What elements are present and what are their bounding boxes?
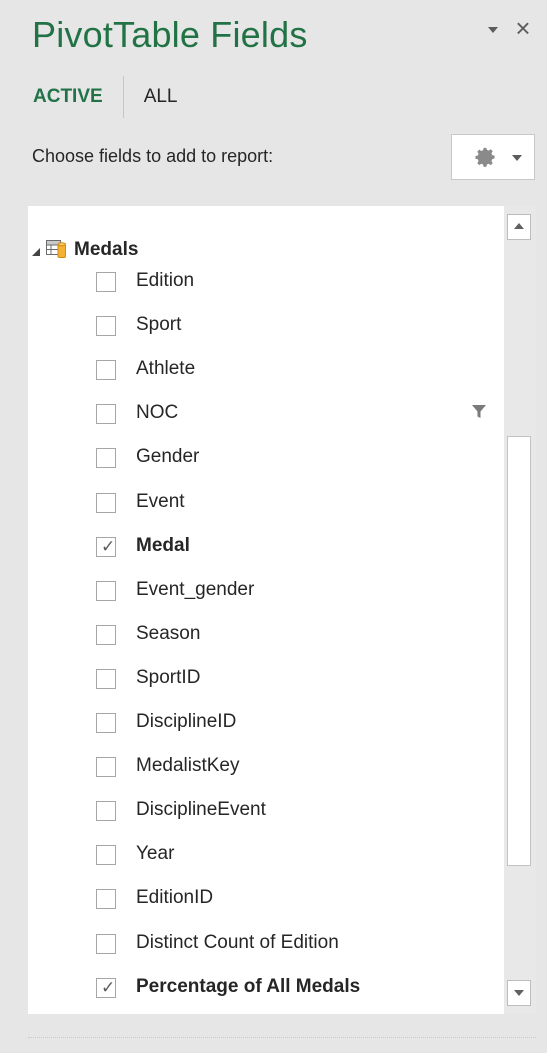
chevron-down-icon xyxy=(512,155,522,161)
field-label: NOC xyxy=(136,402,179,424)
filter-icon[interactable] xyxy=(472,405,486,419)
field-item[interactable]: ✓ Medal xyxy=(96,534,496,564)
field-checkbox[interactable] xyxy=(96,801,116,822)
pane-title: PivotTable Fields xyxy=(32,14,308,55)
field-item[interactable]: Event_gender xyxy=(96,578,496,608)
field-label: Year xyxy=(136,843,175,865)
field-label: SportID xyxy=(136,666,201,688)
field-label: Edition xyxy=(136,270,195,291)
field-label: Event xyxy=(136,490,185,512)
field-item[interactable]: DisciplineID xyxy=(96,710,496,740)
field-tabs: ACTIVE ALL xyxy=(33,76,178,118)
pane-options-dropdown-icon[interactable] xyxy=(486,22,502,38)
field-label: Athlete xyxy=(136,358,196,380)
pane-divider xyxy=(28,1037,536,1038)
field-item[interactable]: DisciplineEvent xyxy=(96,798,496,828)
tab-divider xyxy=(122,76,124,118)
scroll-down-button[interactable] xyxy=(507,980,531,1006)
tab-active[interactable]: ACTIVE xyxy=(33,86,103,108)
field-checkbox[interactable] xyxy=(96,757,116,778)
field-label: MedalistKey xyxy=(136,755,240,777)
field-label: Sport xyxy=(136,314,182,336)
field-checkbox[interactable] xyxy=(96,845,116,866)
field-label: Gender xyxy=(136,446,200,468)
field-list: Medals Edition Sport Athlete NOC Gender Event… xyxy=(28,206,536,1014)
field-checkbox[interactable] xyxy=(96,624,116,645)
vertical-scrollbar[interactable] xyxy=(504,206,536,1014)
field-label: EditionID xyxy=(136,887,214,909)
field-checkbox[interactable] xyxy=(96,668,116,689)
field-label: Distinct Count of Edition xyxy=(136,931,339,953)
field-label: Season xyxy=(136,622,201,644)
field-checkbox[interactable]: ✓ xyxy=(96,536,116,557)
checkmark-icon: ✓ xyxy=(101,977,116,997)
field-label: DisciplineEvent xyxy=(136,799,266,821)
scroll-up-button[interactable] xyxy=(507,214,531,240)
field-label: Medal xyxy=(136,534,190,556)
scroll-thumb[interactable] xyxy=(507,436,531,866)
field-item[interactable]: Year xyxy=(96,842,496,872)
close-icon[interactable]: × xyxy=(510,14,536,42)
field-checkbox[interactable] xyxy=(96,889,116,910)
field-item[interactable]: ✓ Percentage of All Medals xyxy=(96,975,496,1005)
field-checkbox[interactable]: ✓ xyxy=(96,977,116,998)
field-label: Percentage of All Medals xyxy=(136,975,361,997)
field-item[interactable]: Edition xyxy=(96,269,496,299)
field-item[interactable]: Athlete xyxy=(96,357,496,387)
field-checkbox[interactable] xyxy=(96,272,116,292)
field-checkbox[interactable] xyxy=(96,580,116,601)
table-icon xyxy=(46,240,66,258)
field-item[interactable]: Gender xyxy=(96,445,496,475)
field-item[interactable]: MedalistKey xyxy=(96,754,496,784)
field-item[interactable]: Sport xyxy=(96,313,496,343)
field-checkbox[interactable] xyxy=(96,492,116,513)
tab-all[interactable]: ALL xyxy=(144,86,178,108)
choose-fields-label: Choose fields to add to report: xyxy=(32,146,274,166)
tools-button[interactable] xyxy=(451,134,535,180)
field-checkbox[interactable] xyxy=(96,713,116,733)
checkmark-icon: ✓ xyxy=(101,536,116,556)
field-item[interactable]: Season xyxy=(96,622,496,652)
field-item[interactable]: Distinct Count of Edition xyxy=(96,931,496,961)
gear-icon xyxy=(475,147,495,167)
field-checkbox[interactable] xyxy=(96,933,116,954)
field-item[interactable]: NOC xyxy=(96,401,496,431)
field-label: Event_gender xyxy=(136,578,255,600)
field-item[interactable]: Event xyxy=(96,490,496,520)
collapse-icon[interactable] xyxy=(32,248,40,256)
field-checkbox[interactable] xyxy=(96,404,116,425)
table-node-medals[interactable]: Medals xyxy=(28,236,498,262)
field-checkbox[interactable] xyxy=(96,316,116,337)
field-checkbox[interactable] xyxy=(96,448,116,469)
field-checkbox[interactable] xyxy=(96,360,116,381)
field-label: DisciplineID xyxy=(136,711,237,732)
table-name: Medals xyxy=(74,239,139,260)
field-item[interactable]: EditionID xyxy=(96,886,496,916)
field-item[interactable]: SportID xyxy=(96,666,496,696)
